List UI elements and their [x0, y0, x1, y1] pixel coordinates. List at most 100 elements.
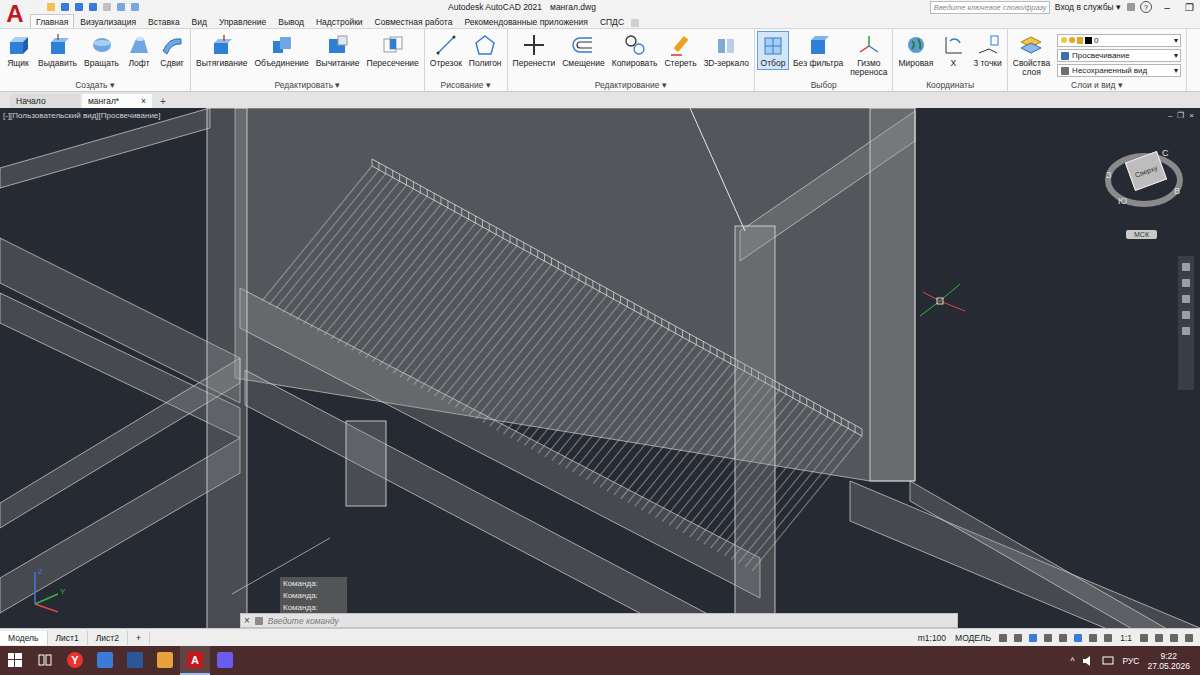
status-tool-icon[interactable]	[1154, 633, 1164, 643]
ribbon-button[interactable]: Копировать	[609, 31, 661, 70]
ribbon-button[interactable]: Отбор	[757, 31, 789, 70]
app-logo[interactable]: A	[0, 0, 30, 28]
taskbar-app[interactable]	[90, 646, 120, 675]
search-field[interactable]: Введите ключевое слово/фразу	[930, 1, 1050, 14]
model-space-toggle[interactable]: МОДЕЛЬ	[953, 633, 993, 643]
close-tab-button[interactable]: ×	[141, 96, 146, 106]
annotation-scale[interactable]: 1:1	[1118, 633, 1134, 643]
ribbon-button[interactable]: Лофт	[123, 31, 155, 70]
customize-icon[interactable]	[254, 616, 264, 626]
command-close-button[interactable]: ×	[244, 615, 250, 626]
ribbon-tab[interactable]: Рекомендованные приложения	[458, 14, 593, 28]
ribbon-button[interactable]: Вытягивание	[193, 31, 250, 70]
help-button[interactable]: ?	[1140, 1, 1152, 13]
taskbar-app[interactable]	[150, 646, 180, 675]
navigation-icon[interactable]	[1181, 326, 1191, 336]
quick-access-icon[interactable]	[130, 2, 140, 12]
new-tab-button[interactable]: +	[154, 94, 172, 108]
taskbar-app[interactable]	[30, 646, 60, 675]
viewport[interactable]: [-][Пользовательский вид][Просвечивание]…	[0, 108, 1200, 628]
ribbon-tab[interactable]: Управление	[213, 14, 272, 28]
status-toggle-icon[interactable]	[1013, 633, 1023, 643]
viewport-control[interactable]: ×	[1189, 111, 1194, 120]
ribbon-button[interactable]: 3D-зеркало	[701, 31, 752, 70]
ribbon-tab[interactable]: Совместная работа	[369, 14, 459, 28]
navigation-icon[interactable]	[1181, 310, 1191, 320]
ribbon-button[interactable]: 3 точки	[970, 31, 1004, 70]
ribbon-button[interactable]: X	[937, 31, 969, 70]
status-toggle-icon[interactable]	[1043, 633, 1053, 643]
navigation-icon[interactable]	[1181, 262, 1191, 272]
file-tab[interactable]: мангал*×	[82, 94, 152, 108]
view-dropdown[interactable]: Несохраненный вид▾	[1057, 64, 1181, 77]
ribbon-button[interactable]: Сдвиг	[156, 31, 188, 70]
status-tool-icon[interactable]	[1169, 633, 1179, 643]
command-input[interactable]: Введите команду	[268, 616, 339, 626]
add-layout-button[interactable]: +	[128, 631, 150, 645]
quick-access-icon[interactable]	[74, 2, 84, 12]
quick-access-icon[interactable]	[116, 2, 126, 12]
coordinates-scale[interactable]: m1:100	[916, 633, 948, 643]
quick-access-icon[interactable]	[88, 2, 98, 12]
quick-access-icon[interactable]	[46, 2, 56, 12]
ribbon-tab[interactable]: Визуализация	[74, 14, 142, 28]
quick-access-icon[interactable]	[32, 2, 42, 12]
status-tool-icon[interactable]	[1184, 633, 1194, 643]
navigation-icon[interactable]	[1181, 294, 1191, 304]
language-indicator[interactable]: РУС	[1122, 656, 1139, 666]
window-control[interactable]: ❐	[1178, 2, 1200, 13]
visual-style-dropdown[interactable]: Просвечивание▾	[1057, 49, 1181, 62]
ribbon-button[interactable]: Полигон	[466, 31, 505, 70]
file-tab[interactable]: Начало	[10, 94, 80, 108]
taskbar-app[interactable]	[210, 646, 240, 675]
tray-overflow-button[interactable]: ^	[1070, 656, 1074, 666]
ribbon-button[interactable]: Пересечение	[364, 31, 422, 70]
navigation-icon[interactable]	[1181, 278, 1191, 288]
status-toggle-icon[interactable]	[998, 633, 1008, 643]
status-toggle-icon[interactable]	[1073, 633, 1083, 643]
ribbon-tab[interactable]: Надстройки	[310, 14, 369, 28]
quick-access-icon[interactable]	[102, 2, 112, 12]
taskbar-app[interactable]: Y	[60, 646, 90, 675]
ribbon-button[interactable]: Стереть	[661, 31, 699, 70]
view-icon[interactable]	[1060, 66, 1070, 76]
status-toggle-icon[interactable]	[1058, 633, 1068, 643]
ribbon-button[interactable]: Выдавить	[35, 31, 80, 70]
ribbon-button[interactable]: Отрезок	[427, 31, 465, 70]
status-toggle-icon[interactable]	[1103, 633, 1113, 643]
ribbon-tab[interactable]: Главная	[30, 14, 74, 28]
layer-dropdown[interactable]: 0▾	[1057, 34, 1181, 47]
ribbon-tab[interactable]: СПДС	[594, 14, 630, 28]
viewcube[interactable]: СверхуСВЮЗМСК	[1104, 146, 1188, 246]
ucs-menu-button[interactable]: МСК	[1126, 230, 1157, 239]
ribbon-tab[interactable]: Вид	[186, 14, 213, 28]
start-button[interactable]	[0, 646, 30, 675]
ribbon-button[interactable]: Мировая	[895, 31, 936, 70]
viewport-label[interactable]: [-][Пользовательский вид][Просвечивание]	[3, 111, 161, 120]
viewport-control[interactable]: ❐	[1177, 111, 1184, 120]
ribbon-toggle-icon[interactable]	[630, 18, 640, 28]
ribbon-button[interactable]: Без фильтра	[790, 31, 846, 70]
layout-tab[interactable]: Лист1	[48, 631, 88, 645]
ribbon-button[interactable]: Перенести	[510, 31, 559, 70]
taskbar-app[interactable]: A	[180, 646, 210, 675]
layout-tab[interactable]: Лист2	[88, 631, 128, 645]
ribbon-button[interactable]: Вычитание	[313, 31, 363, 70]
viewport-control[interactable]: –	[1168, 111, 1172, 120]
signin-menu[interactable]: Вход в службы ▾	[1050, 2, 1126, 12]
visual-style-icon[interactable]	[1060, 51, 1070, 61]
layout-tab[interactable]: Модель	[0, 631, 48, 645]
ribbon-button[interactable]: Гизмо переноса	[847, 31, 890, 79]
status-toggle-icon[interactable]	[1028, 633, 1038, 643]
ribbon-button[interactable]: Смещение	[559, 31, 608, 70]
cart-icon[interactable]	[1126, 2, 1136, 12]
quick-access-icon[interactable]	[60, 2, 70, 12]
ribbon-button[interactable]: Вращать	[81, 31, 122, 70]
ribbon-tab[interactable]: Вставка	[142, 14, 186, 28]
taskbar-app[interactable]	[120, 646, 150, 675]
window-control[interactable]: –	[1156, 2, 1178, 13]
status-tool-icon[interactable]	[1139, 633, 1149, 643]
ribbon-button[interactable]: Ящик	[2, 31, 34, 70]
ribbon-tab[interactable]: Вывод	[272, 14, 310, 28]
status-toggle-icon[interactable]	[1088, 633, 1098, 643]
